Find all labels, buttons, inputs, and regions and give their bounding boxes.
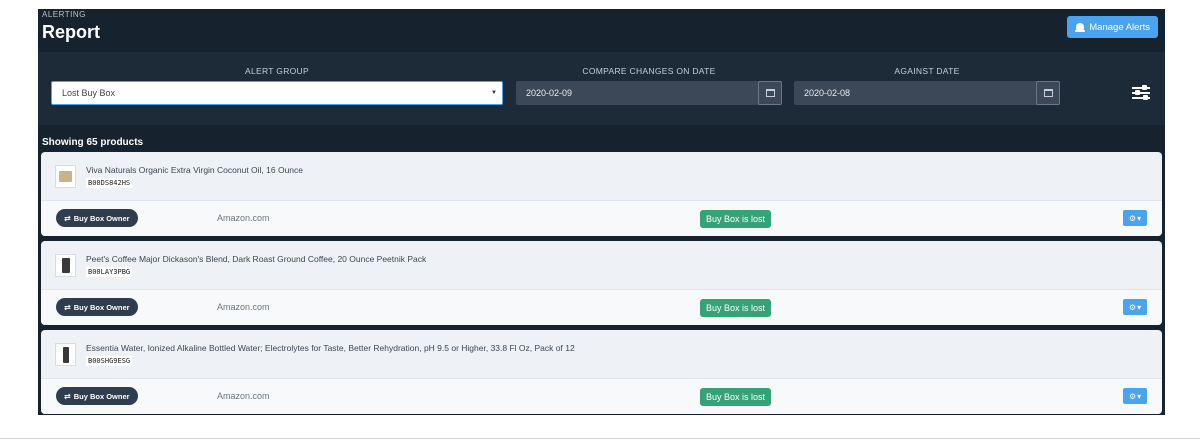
compare-date-input[interactable]: 2020-02-09 (516, 81, 782, 105)
caret-down-icon: ▼ (491, 90, 497, 96)
alert-group-select[interactable]: Lost Buy Box ▼ (51, 81, 503, 105)
row-settings-button[interactable]: ⚙ ▾ (1123, 388, 1147, 404)
alerting-report: ALERTING Report Manage Alerts ALERT GROU… (38, 9, 1165, 415)
bell-icon (1075, 22, 1086, 32)
product-asin: B00SHG9ESG (86, 356, 133, 366)
status-badge: Buy Box is lost (700, 388, 772, 406)
product-header: Peet's Coffee Major Dickason's Blend, Da… (41, 241, 1162, 289)
product-asin: B00LAY3PBG (86, 267, 133, 277)
product-name[interactable]: Viva Naturals Organic Extra Virgin Cocon… (86, 165, 303, 175)
product-name[interactable]: Essentia Water, Ionized Alkaline Bottled… (86, 343, 575, 353)
chevron-down-icon: ▾ (1137, 213, 1142, 223)
gear-icon: ⚙ (1128, 213, 1137, 223)
page-title: Report (42, 22, 100, 42)
against-date-value: 2020-02-08 (804, 88, 851, 98)
buy-box-seller: Amazon.com (217, 213, 270, 223)
calendar-icon[interactable] (1036, 81, 1060, 105)
buy-box-owner-badge: ⇄ Buy Box Owner (56, 387, 138, 405)
manage-alerts-label: Manage Alerts (1089, 21, 1150, 33)
page-divider (0, 438, 1200, 439)
product-details: ⇄ Buy Box Owner Amazon.com Buy Box is lo… (41, 200, 1162, 236)
row-settings-button[interactable]: ⚙ ▾ (1123, 210, 1147, 226)
swap-icon: ⇄ (64, 213, 71, 223)
manage-alerts-button[interactable]: Manage Alerts (1067, 16, 1158, 38)
status-badge: Buy Box is lost (700, 299, 772, 317)
product-header: Viva Naturals Organic Extra Virgin Cocon… (41, 152, 1162, 200)
buy-box-owner-label: Buy Box Owner (73, 302, 130, 312)
chevron-down-icon: ▾ (1137, 302, 1142, 312)
swap-icon: ⇄ (64, 302, 71, 312)
chevron-down-icon: ▾ (1137, 391, 1142, 401)
compare-date-value: 2020-02-09 (526, 88, 573, 98)
buy-box-owner-badge: ⇄ Buy Box Owner (56, 298, 138, 316)
buy-box-owner-label: Buy Box Owner (73, 213, 130, 223)
product-header: Essentia Water, Ionized Alkaline Bottled… (41, 330, 1162, 378)
buy-box-seller: Amazon.com (217, 391, 270, 401)
row-settings-button[interactable]: ⚙ ▾ (1123, 299, 1147, 315)
product-image (55, 254, 76, 277)
buy-box-seller: Amazon.com (217, 302, 270, 312)
calendar-icon[interactable] (758, 81, 782, 105)
section-kicker: ALERTING (42, 10, 86, 19)
sliders-icon[interactable] (1132, 85, 1150, 101)
buy-box-owner-badge: ⇄ Buy Box Owner (56, 209, 138, 227)
product-image (55, 165, 76, 188)
against-date-input[interactable]: 2020-02-08 (794, 81, 1060, 105)
filter-bar: ALERT GROUP COMPARE CHANGES ON DATE AGAI… (38, 52, 1165, 125)
product-details: ⇄ Buy Box Owner Amazon.com Buy Box is lo… (41, 378, 1162, 414)
product-card: Essentia Water, Ionized Alkaline Bottled… (41, 330, 1162, 414)
gear-icon: ⚙ (1128, 302, 1137, 312)
product-card: Peet's Coffee Major Dickason's Blend, Da… (41, 241, 1162, 325)
against-date-label: AGAINST DATE (894, 66, 960, 76)
report-header: ALERTING Report Manage Alerts (38, 9, 1165, 52)
product-image (55, 343, 76, 366)
compare-date-label: COMPARE CHANGES ON DATE (582, 66, 716, 76)
product-name[interactable]: Peet's Coffee Major Dickason's Blend, Da… (86, 254, 426, 264)
product-details: ⇄ Buy Box Owner Amazon.com Buy Box is lo… (41, 289, 1162, 325)
buy-box-owner-label: Buy Box Owner (73, 391, 130, 401)
product-asin: B00DS842HS (86, 178, 133, 188)
gear-icon: ⚙ (1128, 391, 1137, 401)
results-count: Showing 65 products (42, 137, 144, 148)
alert-group-label: ALERT GROUP (245, 66, 309, 76)
alert-group-value: Lost Buy Box (62, 88, 116, 98)
status-badge: Buy Box is lost (700, 210, 772, 228)
product-card: Viva Naturals Organic Extra Virgin Cocon… (41, 152, 1162, 236)
swap-icon: ⇄ (64, 391, 71, 401)
